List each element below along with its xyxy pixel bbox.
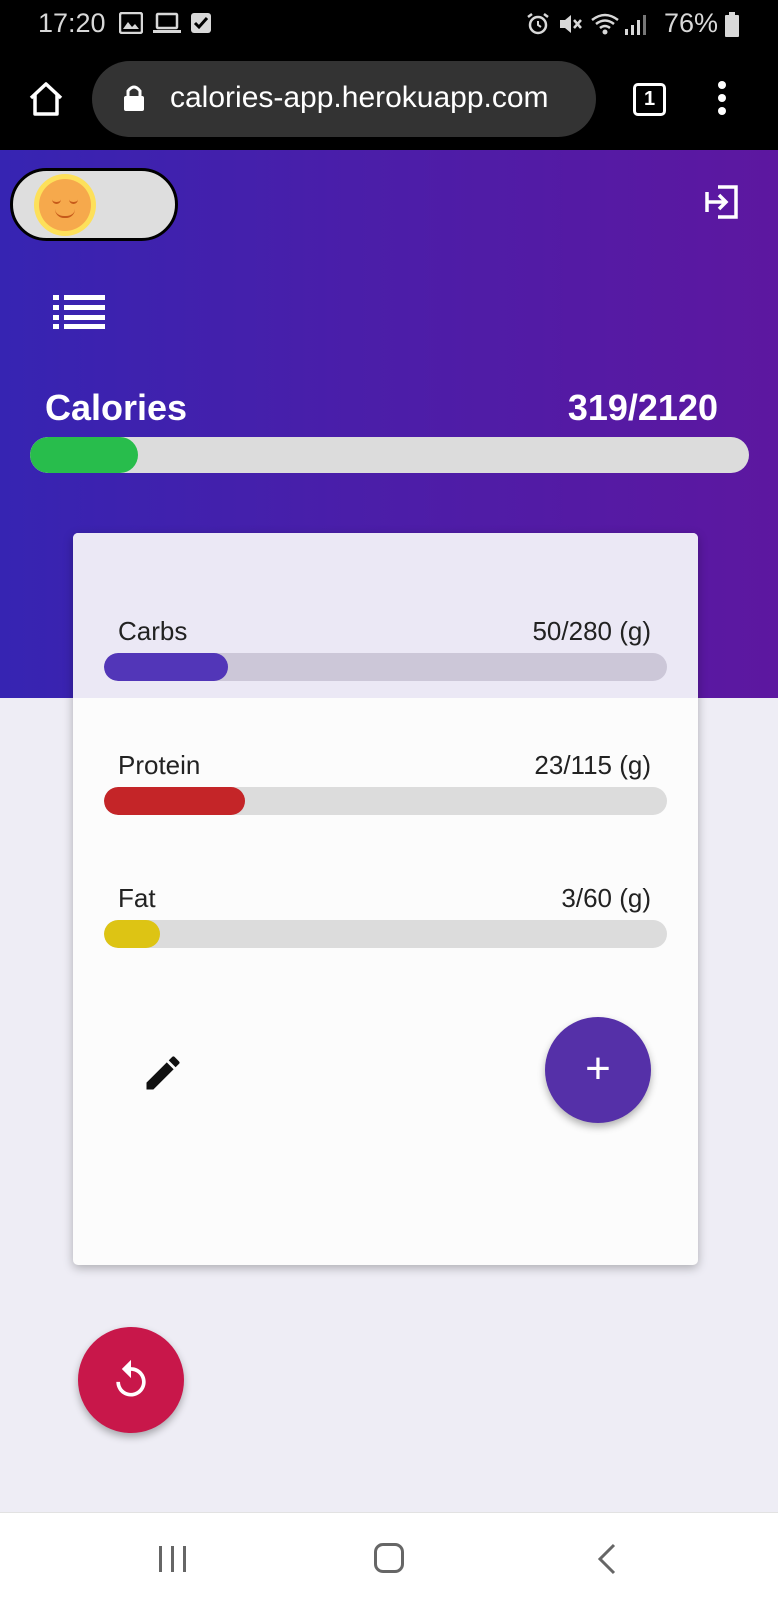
alarm-icon (527, 13, 549, 35)
status-time: 17:20 (38, 8, 106, 38)
sun-icon (39, 179, 91, 231)
calories-progress-bar (30, 437, 749, 473)
tab-switcher-button[interactable]: 1 (633, 83, 666, 116)
theme-toggle[interactable] (10, 168, 178, 241)
more-options-icon[interactable] (716, 80, 728, 116)
refresh-icon (116, 1359, 146, 1397)
macro-name: Protein (118, 750, 201, 780)
laptop-icon (153, 12, 181, 33)
address-bar[interactable]: calories-app.herokuapp.com (92, 61, 596, 137)
battery-percent: 76% (664, 8, 719, 38)
image-icon (119, 12, 143, 34)
macro-progress-fill (104, 787, 245, 815)
macro-progress-fill (104, 653, 228, 681)
wifi-icon (591, 13, 619, 35)
list-icon[interactable] (53, 295, 105, 329)
macro-name: Fat (118, 883, 156, 913)
plus-icon: + (585, 1044, 611, 1093)
macro-value: 50/280 (g) (532, 616, 651, 646)
logout-icon[interactable] (704, 184, 740, 220)
calories-label: Calories (45, 387, 188, 428)
mute-icon (560, 15, 582, 33)
reset-button[interactable] (78, 1327, 184, 1433)
macro-value: 3/60 (g) (561, 883, 651, 913)
home-nav-icon[interactable] (374, 1543, 404, 1573)
lock-icon (124, 85, 144, 111)
android-nav-bar (0, 1512, 778, 1600)
home-icon[interactable] (27, 80, 65, 118)
macros-card: Carbs 50/280 (g) Protein 23/115 (g) Fat … (73, 533, 698, 1265)
back-icon[interactable] (596, 1543, 618, 1575)
checkbox-icon (191, 13, 211, 33)
url-text: calories-app.herokuapp.com (170, 81, 549, 114)
status-bar: 17:20 76% (0, 0, 778, 48)
browser-toolbar: calories-app.herokuapp.com 1 (0, 48, 778, 150)
macro-progress-bar (104, 653, 667, 681)
add-food-button[interactable]: + (545, 1017, 651, 1123)
recents-icon[interactable] (158, 1545, 188, 1573)
calories-progress-fill (30, 437, 138, 473)
calories-value: 319/2120 (567, 387, 718, 428)
signal-icon (625, 15, 646, 35)
edit-pencil-icon[interactable] (141, 1051, 185, 1095)
macro-progress-fill (104, 920, 161, 948)
macro-name: Carbs (118, 616, 188, 646)
macro-progress-bar (104, 920, 667, 948)
battery-icon (725, 12, 739, 37)
macro-progress-bar (104, 787, 667, 815)
macro-value: 23/115 (g) (534, 750, 651, 780)
